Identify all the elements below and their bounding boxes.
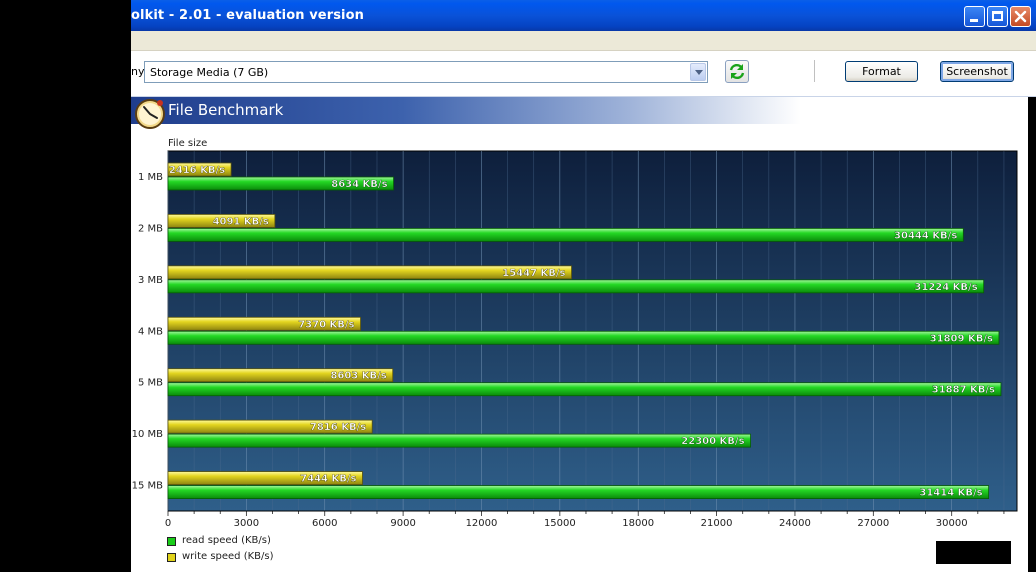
- bar-read-label: 8634 KB/s: [331, 179, 387, 190]
- category-label: 3 MB: [138, 275, 163, 286]
- x-tick-label: 27000: [857, 518, 889, 529]
- bar-write-label: 2416 KB/s: [169, 165, 225, 176]
- bar-write-label: 7370 KB/s: [298, 319, 354, 330]
- window-title: olkit - 2.01 - evaluation version: [131, 8, 364, 23]
- minimize-icon: [970, 19, 978, 22]
- toolbar: ny Storage Media (7 GB) Format Screensho…: [131, 51, 1036, 97]
- bar-read-label: 31887 KB/s: [932, 385, 995, 396]
- x-tick-label: 3000: [234, 518, 259, 529]
- format-button[interactable]: Format: [845, 61, 918, 82]
- close-icon: [1014, 10, 1027, 23]
- x-tick-label: 30000: [936, 518, 968, 529]
- drive-select[interactable]: Storage Media (7 GB): [144, 61, 708, 83]
- category-labels: 1 MB 2 MB 3 MB 4 MB 5 MB 10 MB 15 MB: [132, 172, 164, 492]
- x-tick-label: 21000: [701, 518, 733, 529]
- file-benchmark-chart: File size 2416 KB/s 8634 KB/s 4091 KB/s 304…: [132, 138, 1018, 529]
- menu-bar: [131, 31, 1036, 51]
- bar-read: [167, 433, 751, 448]
- x-tick-label: 0: [165, 518, 171, 529]
- maximize-button[interactable]: [987, 6, 1008, 27]
- drive-label: ny: [131, 65, 145, 78]
- bar-read-label: 31224 KB/s: [914, 282, 977, 293]
- toolbar-separator: [814, 60, 816, 82]
- minimize-button[interactable]: [964, 6, 985, 27]
- x-axis-ticks: 0 3000 6000 9000 12000 15000 18000 21000 24000 27…: [165, 510, 1017, 529]
- bar-write-label: 8603 KB/s: [330, 371, 386, 382]
- screenshot-button[interactable]: Screenshot: [940, 61, 1014, 82]
- x-tick-label: 12000: [466, 518, 498, 529]
- bar-write-label: 15447 KB/s: [502, 268, 565, 279]
- x-tick-label: 6000: [312, 518, 337, 529]
- bar-read: [167, 330, 1000, 345]
- legend-label-write: write speed (KB/s): [182, 551, 274, 562]
- refresh-icon: [729, 63, 745, 80]
- panel-header: File Benchmark: [131, 97, 1036, 124]
- legend-swatch-read: [167, 537, 176, 546]
- redacted-box: [936, 541, 1011, 564]
- bar-read-label: 31414 KB/s: [919, 488, 982, 499]
- category-label: 4 MB: [138, 326, 163, 337]
- bar-write-label: 4091 KB/s: [213, 216, 269, 227]
- bar-read: [167, 228, 964, 242]
- category-label: 10 MB: [132, 429, 164, 440]
- bar-read-label: 30444 KB/s: [894, 230, 957, 241]
- x-tick-label: 24000: [779, 518, 811, 529]
- title-bar[interactable]: olkit - 2.01 - evaluation version: [131, 0, 1036, 31]
- refresh-button[interactable]: [725, 60, 749, 83]
- legend-label-read: read speed (KB/s): [182, 535, 271, 546]
- x-tick-label: 18000: [622, 518, 654, 529]
- category-label: 1 MB: [138, 172, 163, 183]
- bar-write-label: 7816 KB/s: [310, 422, 366, 433]
- bar-read: [167, 279, 985, 294]
- bar-read-label: 31809 KB/s: [930, 333, 993, 344]
- y-axis-label: File size: [168, 138, 207, 149]
- app-window: olkit - 2.01 - evaluation version ny Sto…: [131, 0, 1036, 572]
- maximize-icon: [992, 11, 1003, 21]
- legend-swatch-write: [167, 553, 176, 562]
- chevron-down-icon[interactable]: [690, 63, 706, 81]
- x-tick-label: 9000: [390, 518, 415, 529]
- bar-write-label: 7444 KB/s: [300, 474, 356, 485]
- bar-read-label: 22300 KB/s: [681, 436, 744, 447]
- close-button[interactable]: [1010, 6, 1031, 27]
- window-edge: [1028, 97, 1036, 572]
- category-label: 5 MB: [138, 378, 163, 389]
- bar-read: [167, 382, 1002, 397]
- x-tick-label: 15000: [544, 518, 576, 529]
- bar-read: [167, 485, 990, 499]
- drive-select-value: Storage Media (7 GB): [150, 66, 269, 79]
- panel-title: File Benchmark: [168, 101, 284, 119]
- category-label: 15 MB: [132, 481, 164, 492]
- category-label: 2 MB: [138, 223, 163, 234]
